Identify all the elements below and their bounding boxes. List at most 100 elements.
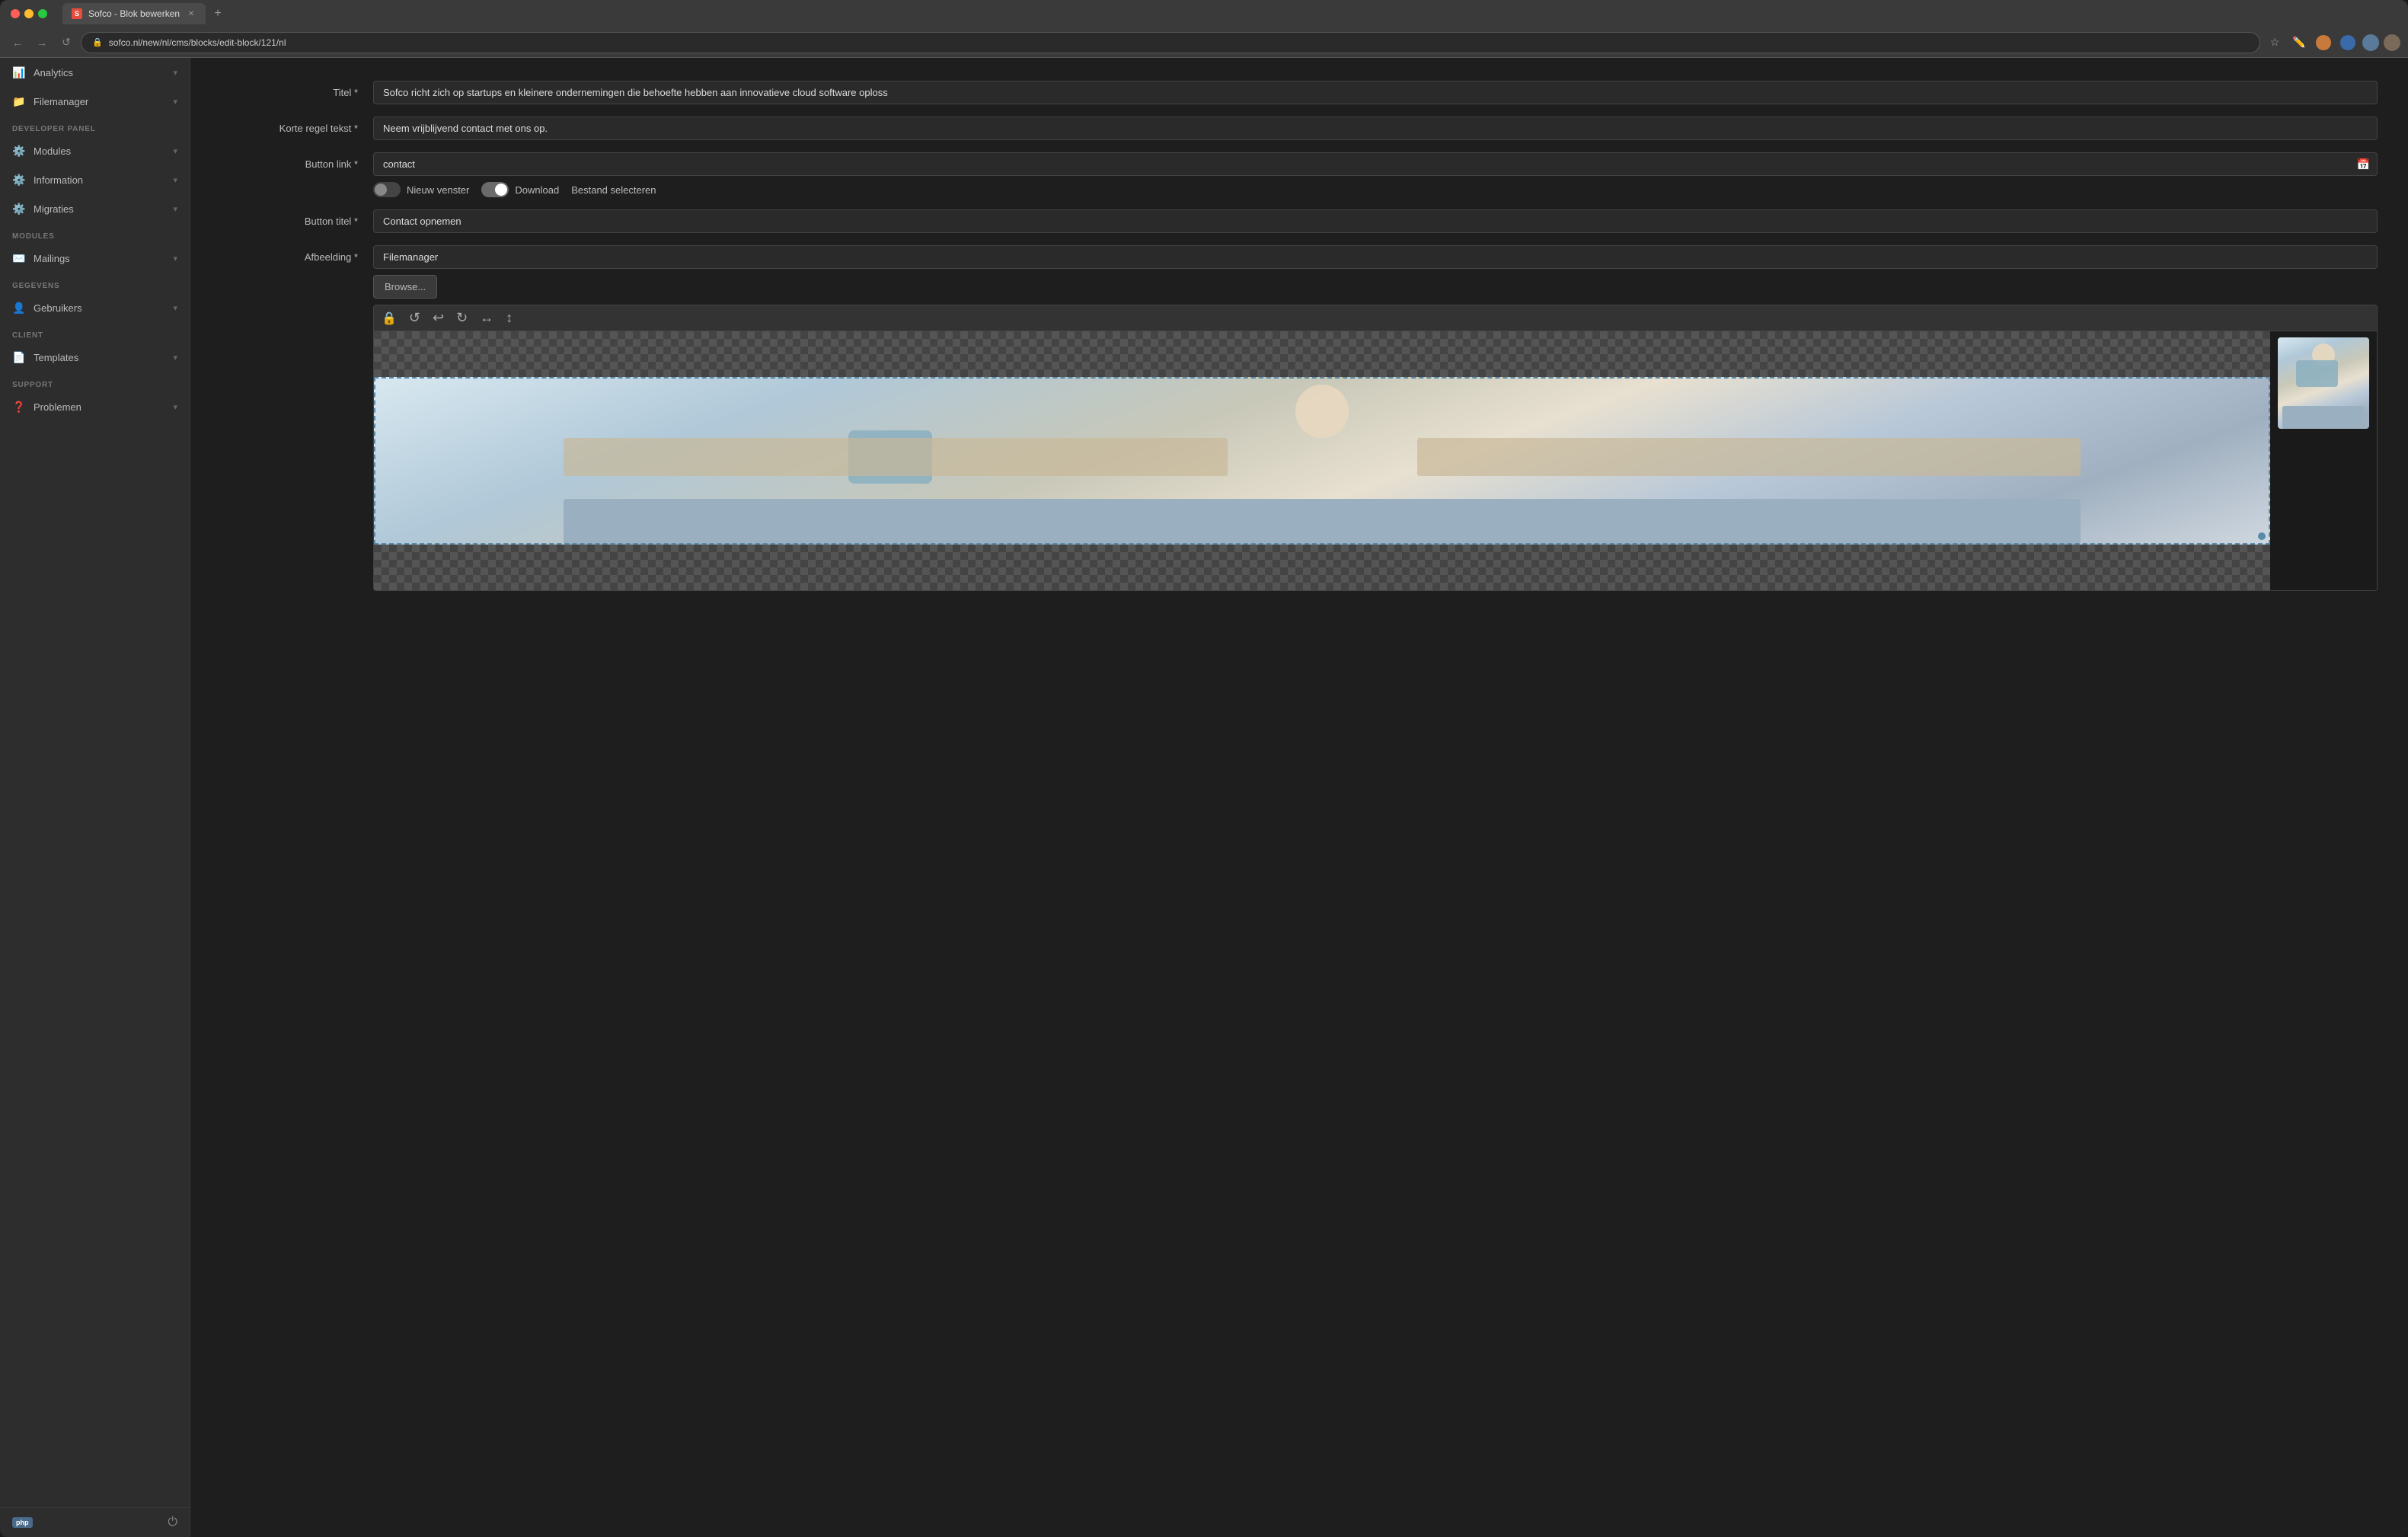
extension-icon1[interactable] (2314, 33, 2333, 53)
sidebar-item-modules-label: Modules (34, 145, 165, 157)
sidebar-bottom: php ⏻ (0, 1507, 190, 1537)
image-crop-area[interactable] (374, 377, 2270, 545)
checkerboard-bottom (374, 545, 2270, 590)
migraties-chevron-icon: ▾ (173, 204, 177, 214)
tab-bar: S Sofco - Blok bewerken ✕ + (62, 3, 2397, 24)
nieuw-venster-toggle-thumb (375, 184, 387, 196)
active-tab[interactable]: S Sofco - Blok bewerken ✕ (62, 3, 206, 24)
refresh-button[interactable]: ↺ (56, 33, 76, 53)
forward-button[interactable]: → (32, 33, 52, 53)
sidebar-item-migraties[interactable]: ⚙️ Migraties ▾ (0, 194, 190, 223)
analytics-chevron-icon: ▾ (173, 68, 177, 78)
sidebar-item-mailings[interactable]: ✉️ Mailings ▾ (0, 244, 190, 273)
nieuw-venster-toggle[interactable] (373, 182, 401, 197)
back-button[interactable]: ← (8, 33, 27, 53)
extension-icon2[interactable] (2338, 33, 2358, 53)
thumbnail-image (2278, 337, 2369, 429)
sidebar-item-mailings-label: Mailings (34, 253, 165, 264)
support-section: SUPPORT (0, 372, 190, 392)
templates-chevron-icon: ▾ (173, 353, 177, 363)
information-icon: ⚙️ (12, 173, 26, 187)
undo-icon[interactable]: ↩ (433, 310, 444, 326)
sidebar-item-filemanager[interactable]: 📁 Filemanager ▾ (0, 87, 190, 116)
redo-icon[interactable]: ↻ (456, 310, 468, 326)
download-toggle[interactable] (481, 182, 509, 197)
download-label: Download (515, 184, 559, 196)
migraties-icon: ⚙️ (12, 202, 26, 216)
sidebar-item-problemen[interactable]: ❓ Problemen ▾ (0, 392, 190, 421)
power-icon[interactable]: ⏻ (168, 1516, 177, 1529)
download-toggle-thumb (495, 184, 507, 196)
maximize-button[interactable] (38, 9, 47, 18)
modules-chevron-icon: ▾ (173, 146, 177, 156)
modules-section: MODULES (0, 223, 190, 244)
developer-panel-section: DEVELOPER PANEL (0, 116, 190, 136)
button-link-row: Button link * 📅 Nieuw venster (221, 152, 2378, 197)
templates-icon: 📄 (12, 350, 26, 364)
korte-regel-label: Korte regel tekst * (221, 117, 373, 134)
korte-regel-input[interactable] (373, 117, 2378, 140)
address-bar[interactable]: 🔒 sofco.nl/new/nl/cms/blocks/edit-block/… (81, 32, 2260, 53)
mailings-chevron-icon: ▾ (173, 254, 177, 264)
problemen-chevron-icon: ▾ (173, 402, 177, 412)
sidebar-item-templates-label: Templates (34, 352, 165, 363)
button-titel-label: Button titel * (221, 209, 373, 227)
new-tab-button[interactable]: + (209, 5, 227, 23)
resize-icon[interactable]: ↕ (506, 310, 513, 326)
tab-close-button[interactable]: ✕ (186, 8, 196, 19)
person-image (374, 377, 2270, 545)
bookmark-icon[interactable]: ☆ (2265, 33, 2285, 53)
user-avatar1[interactable] (2362, 34, 2379, 51)
edit-icon[interactable]: ✏️ (2289, 33, 2309, 53)
problemen-icon: ❓ (12, 400, 26, 414)
arm-left-shape (564, 438, 1228, 476)
toolbar-icons: ☆ ✏️ (2265, 33, 2400, 53)
flip-horizontal-icon[interactable]: ↔ (480, 310, 493, 326)
user-avatar2[interactable] (2384, 34, 2400, 51)
titel-field (373, 81, 2378, 104)
ssl-lock-icon: 🔒 (92, 37, 103, 47)
image-canvas (374, 331, 2270, 590)
tab-title: Sofco - Blok bewerken (88, 8, 180, 19)
sidebar-item-information[interactable]: ⚙️ Information ▾ (0, 165, 190, 194)
chair-shape (564, 499, 2081, 545)
sidebar-item-modules[interactable]: ⚙️ Modules ▾ (0, 136, 190, 165)
button-link-label: Button link * (221, 152, 373, 170)
gebruikers-icon: 👤 (12, 301, 26, 315)
php-badge: php (12, 1517, 33, 1528)
korte-regel-field (373, 117, 2378, 140)
sidebar-item-templates[interactable]: 📄 Templates ▾ (0, 343, 190, 372)
afbeelding-row: Afbeelding * Browse... 🔒 ↺ ↩ ↻ ↔ ↕ (221, 245, 2378, 591)
sidebar-item-gebruikers[interactable]: 👤 Gebruikers ▾ (0, 293, 190, 322)
button-link-field: 📅 Nieuw venster (373, 152, 2378, 197)
sidebar-item-analytics-label: Analytics (34, 67, 165, 78)
afbeelding-input[interactable] (373, 245, 2378, 269)
gegevens-section: GEGEVENS (0, 273, 190, 293)
korte-regel-row: Korte regel tekst * (221, 117, 2378, 140)
minimize-button[interactable] (24, 9, 34, 18)
filemanager-chevron-icon: ▾ (173, 97, 177, 107)
titel-label: Titel * (221, 81, 373, 98)
resize-handle[interactable] (2258, 532, 2266, 540)
lock-aspect-icon[interactable]: 🔒 (382, 311, 397, 326)
browse-button[interactable]: Browse... (373, 275, 437, 299)
arm-right-shape (1417, 438, 2081, 476)
gebruikers-chevron-icon: ▾ (173, 303, 177, 313)
bestand-selecteren-button[interactable]: Bestand selecteren (571, 184, 656, 196)
button-link-input[interactable] (373, 152, 2378, 176)
browser-toolbar: ← → ↺ 🔒 sofco.nl/new/nl/cms/blocks/edit-… (0, 27, 2408, 58)
sidebar: 📊 Analytics ▾ 📁 Filemanager ▾ DEVELOPER … (0, 58, 190, 1537)
close-button[interactable] (11, 9, 20, 18)
content-area: Titel * Korte regel tekst * Button link … (190, 58, 2408, 1537)
sidebar-item-analytics[interactable]: 📊 Analytics ▾ (0, 58, 190, 87)
titel-input[interactable] (373, 81, 2378, 104)
sidebar-item-gebruikers-label: Gebruikers (34, 302, 165, 314)
rotate-cw-icon[interactable]: ↺ (409, 310, 420, 326)
button-titel-input[interactable] (373, 209, 2378, 233)
titel-row: Titel * (221, 81, 2378, 104)
tab-favicon: S (72, 8, 82, 19)
afbeelding-label: Afbeelding * (221, 245, 373, 263)
thumbnail-person-image (2278, 337, 2369, 429)
image-workspace (374, 331, 2377, 590)
sidebar-item-filemanager-label: Filemanager (34, 96, 165, 107)
